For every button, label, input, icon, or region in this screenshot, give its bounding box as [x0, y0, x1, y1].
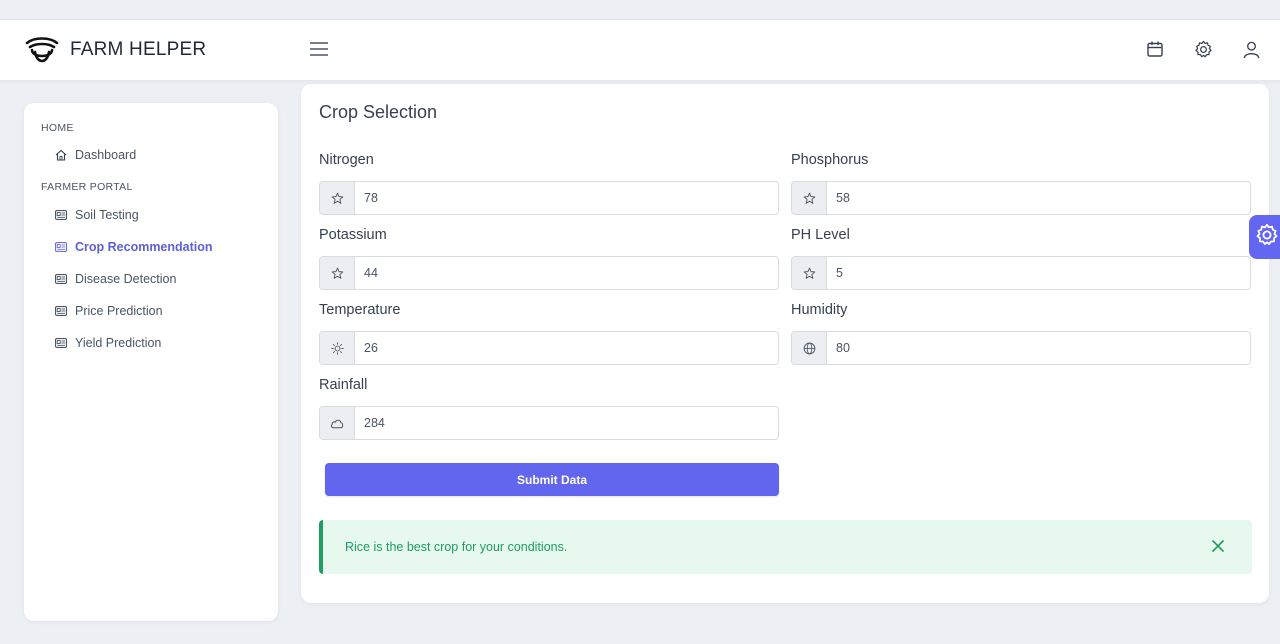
star-icon: [792, 257, 827, 289]
star-icon: [320, 257, 355, 289]
potassium-input[interactable]: [355, 257, 778, 289]
sidebar-item-yield-prediction[interactable]: Yield Prediction: [55, 336, 161, 350]
alert-message: Rice is the best crop for your condition…: [345, 540, 568, 554]
hamburger-menu-icon[interactable]: [309, 39, 329, 59]
crop-selection-card: Crop Selection Nitrogen Phosphorus Potas…: [301, 84, 1269, 603]
potassium-field: [319, 256, 779, 290]
brand[interactable]: FARM HELPER: [24, 34, 206, 66]
farm-logo-icon: [24, 34, 60, 66]
ph-level-input[interactable]: [827, 257, 1250, 289]
id-card-icon: [55, 273, 67, 285]
nitrogen-label: Nitrogen: [319, 152, 374, 168]
potassium-label: Potassium: [319, 227, 387, 243]
star-icon: [320, 182, 355, 214]
sidebar: HOME Dashboard FARMER PORTAL Soil Testin…: [24, 103, 278, 621]
id-card-icon: [55, 241, 67, 253]
ph-level-field: [791, 256, 1251, 290]
submit-data-button[interactable]: Submit Data: [325, 463, 779, 496]
sidebar-item-dashboard[interactable]: Dashboard: [55, 148, 136, 162]
humidity-label: Humidity: [791, 302, 848, 318]
sidebar-item-disease-detection[interactable]: Disease Detection: [55, 272, 176, 286]
user-icon[interactable]: [1240, 38, 1262, 60]
sidebar-item-soil-testing[interactable]: Soil Testing: [55, 208, 139, 222]
id-card-icon: [55, 305, 67, 317]
id-card-icon: [55, 337, 67, 349]
sidebar-item-label: Price Prediction: [75, 304, 163, 318]
humidity-input[interactable]: [827, 332, 1250, 364]
rainfall-field: [319, 406, 779, 440]
phosphorus-field: [791, 181, 1251, 215]
star-icon: [792, 182, 827, 214]
sidebar-item-label: Crop Recommendation: [75, 240, 213, 254]
page-title: Crop Selection: [319, 102, 438, 122]
phosphorus-label: Phosphorus: [791, 152, 869, 168]
nav-section-home: HOME: [41, 122, 74, 134]
app-name: FARM HELPER: [70, 39, 207, 60]
sidebar-item-label: Disease Detection: [75, 272, 177, 286]
result-alert: Rice is the best crop for your condition…: [319, 520, 1252, 574]
home-icon: [55, 149, 67, 161]
rainfall-input[interactable]: [355, 407, 778, 439]
gear-icon: [1255, 223, 1279, 252]
ph-level-label: PH Level: [791, 227, 850, 243]
sidebar-item-crop-recommendation[interactable]: Crop Recommendation: [55, 240, 213, 254]
phosphorus-input[interactable]: [827, 182, 1250, 214]
sidebar-item-label: Yield Prediction: [75, 336, 162, 350]
top-navbar: FARM HELPER: [0, 19, 1280, 80]
temperature-label: Temperature: [319, 302, 401, 318]
temperature-input[interactable]: [355, 332, 778, 364]
nitrogen-input[interactable]: [355, 182, 778, 214]
cloud-icon: [320, 407, 355, 439]
rainfall-label: Rainfall: [319, 377, 368, 393]
close-icon[interactable]: [1210, 538, 1226, 554]
sidebar-item-label: Dashboard: [75, 148, 137, 162]
nitrogen-field: [319, 181, 779, 215]
humidity-field: [791, 331, 1251, 365]
sun-icon: [320, 332, 355, 364]
nav-section-farmer-portal: FARMER PORTAL: [41, 181, 133, 193]
temperature-field: [319, 331, 779, 365]
gear-icon[interactable]: [1192, 38, 1214, 60]
id-card-icon: [55, 209, 67, 221]
calendar-icon[interactable]: [1144, 38, 1166, 60]
sidebar-item-price-prediction[interactable]: Price Prediction: [55, 304, 163, 318]
theme-settings-toggle[interactable]: [1249, 215, 1280, 259]
sidebar-item-label: Soil Testing: [75, 208, 139, 222]
globe-icon: [792, 332, 827, 364]
